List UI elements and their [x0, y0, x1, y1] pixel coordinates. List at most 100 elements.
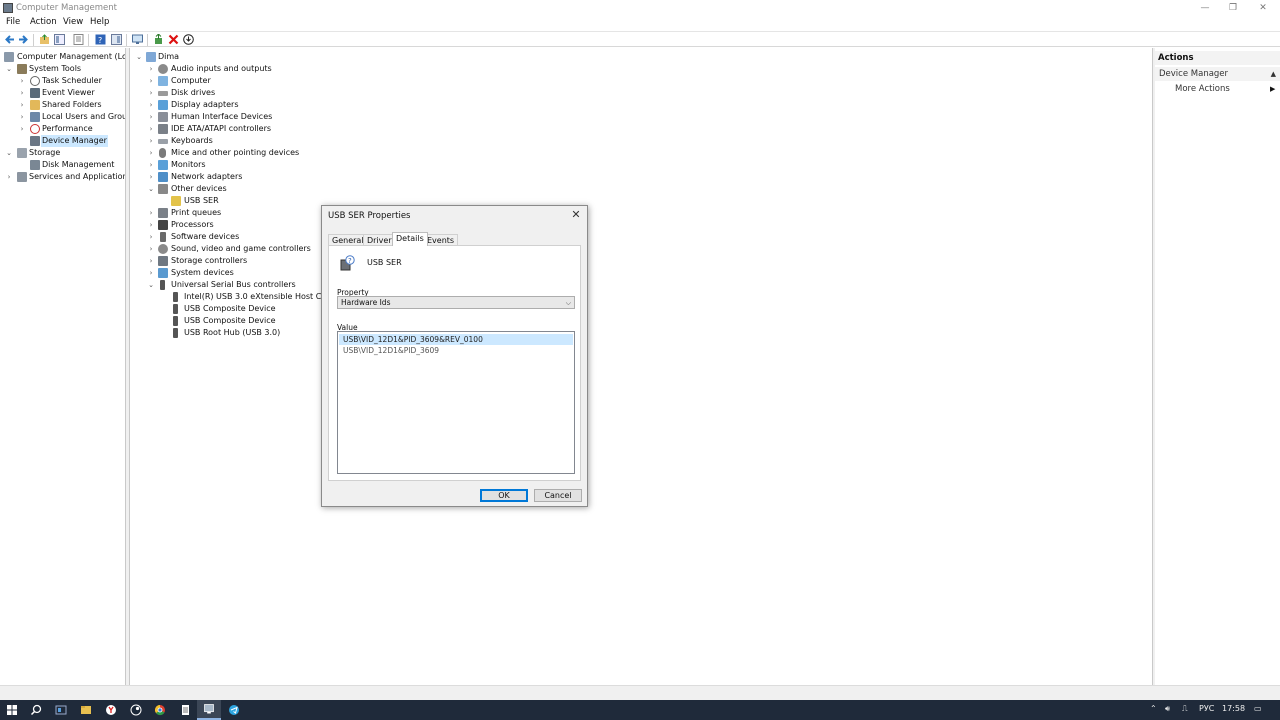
disk-icon — [30, 160, 40, 170]
close-button[interactable]: ✕ — [1248, 0, 1278, 16]
collapsed-chevron-icon[interactable]: › — [147, 243, 155, 255]
menu-view[interactable]: View — [63, 17, 83, 27]
chevron-down-icon: ⌵ — [565, 299, 571, 307]
expanded-chevron-icon[interactable]: ⌄ — [147, 279, 155, 291]
expanded-chevron-icon[interactable]: ⌄ — [5, 63, 13, 75]
disable-device-icon[interactable] — [183, 34, 194, 45]
hid-icon — [158, 112, 168, 122]
clock[interactable]: 17:58 — [1222, 704, 1245, 713]
details-tab-page: ? USB SER Property Hardware Ids ⌵ Value … — [328, 245, 581, 481]
speaker-icon[interactable]: 🔊︎ — [1165, 704, 1170, 714]
sound-icon — [158, 244, 168, 254]
collapsed-chevron-icon[interactable]: › — [5, 171, 13, 183]
collapsed-chevron-icon[interactable]: › — [147, 231, 155, 243]
collapsed-chevron-icon[interactable]: › — [147, 111, 155, 123]
processor-icon — [158, 220, 168, 230]
window-title: Computer Management — [16, 3, 117, 13]
collapsed-chevron-icon[interactable]: › — [147, 135, 155, 147]
view-pane-icon[interactable] — [111, 34, 122, 45]
language-indicator[interactable]: РУС — [1199, 704, 1214, 713]
help-icon[interactable]: ? — [95, 34, 106, 45]
start-windows-icon[interactable] — [0, 700, 24, 720]
telegram-icon[interactable] — [222, 700, 246, 720]
update-driver-icon[interactable] — [153, 34, 164, 45]
services-icon — [17, 172, 27, 182]
usb-icon — [173, 304, 178, 314]
property-dropdown[interactable]: Hardware Ids ⌵ — [337, 296, 575, 309]
tab-details[interactable]: Details — [392, 232, 428, 246]
menu-action[interactable]: Action — [30, 17, 57, 27]
scan-monitor-icon[interactable] — [132, 34, 143, 45]
dialog-close-button[interactable]: ✕ — [569, 208, 583, 222]
expanded-chevron-icon[interactable]: ⌄ — [147, 183, 155, 195]
toolbar: ? — [0, 31, 1280, 47]
uninstall-icon[interactable] — [168, 34, 179, 45]
value-listbox[interactable]: USB\VID_12D1&PID_3609&REV_0100 USB\VID_1… — [337, 331, 575, 474]
ok-button[interactable]: OK — [480, 489, 528, 502]
collapsed-chevron-icon[interactable]: › — [147, 75, 155, 87]
collapsed-chevron-icon[interactable]: › — [147, 123, 155, 135]
notepad-icon[interactable] — [173, 700, 197, 720]
collapsed-chevron-icon[interactable]: › — [147, 99, 155, 111]
software-device-icon — [160, 232, 166, 242]
svg-text:?: ? — [348, 257, 352, 265]
actions-section-device-manager[interactable]: Device Manager ▲ — [1155, 67, 1280, 81]
device-manager-icon — [30, 136, 40, 146]
collapsed-chevron-icon[interactable]: › — [147, 147, 155, 159]
network-icon[interactable]: ⎍ — [1182, 704, 1188, 714]
collapsed-chevron-icon[interactable]: › — [147, 207, 155, 219]
collapsed-chevron-icon[interactable]: › — [147, 87, 155, 99]
menu-help[interactable]: Help — [90, 17, 109, 27]
svg-text:?: ? — [98, 36, 102, 45]
more-actions-link[interactable]: More Actions — [1175, 84, 1230, 94]
collapsed-chevron-icon[interactable]: › — [147, 171, 155, 183]
yandex-browser-icon[interactable] — [99, 700, 123, 720]
minimize-button[interactable]: — — [1190, 0, 1220, 16]
warning-device-icon — [171, 196, 181, 206]
collapsed-chevron-icon[interactable]: › — [18, 111, 26, 123]
shared-folder-icon — [30, 100, 40, 110]
collapsed-chevron-icon[interactable]: › — [18, 87, 26, 99]
tray-overflow-icon[interactable]: ⌃ — [1150, 704, 1157, 713]
list-item[interactable]: USB\VID_12D1&PID_3609&REV_0100 — [339, 334, 573, 345]
chrome-icon[interactable] — [148, 700, 172, 720]
menu-file[interactable]: File — [6, 17, 20, 27]
expanded-chevron-icon[interactable]: ⌄ — [5, 147, 13, 159]
file-explorer-icon[interactable] — [74, 700, 98, 720]
steam-icon[interactable] — [124, 700, 148, 720]
show-hide-tree-icon[interactable] — [54, 34, 65, 45]
expanded-chevron-icon[interactable]: ⌄ — [135, 51, 143, 63]
search-icon[interactable] — [24, 700, 48, 720]
up-folder-icon[interactable] — [39, 34, 50, 45]
collapsed-chevron-icon[interactable]: › — [147, 255, 155, 267]
actions-header: Actions — [1155, 51, 1280, 65]
disk-drive-icon — [158, 91, 168, 96]
collapsed-chevron-icon[interactable]: › — [18, 75, 26, 87]
usb-icon — [173, 316, 178, 326]
task-view-icon[interactable] — [49, 700, 73, 720]
usb-ser-properties-dialog: USB SER Properties ✕ General Driver Deta… — [321, 205, 588, 507]
taskbar: ⌃ 🔊︎ ⎍ РУС 17:58 ▭ — [0, 700, 1280, 720]
restore-button[interactable]: ❐ — [1218, 0, 1248, 16]
collapse-up-icon[interactable]: ▲ — [1271, 67, 1276, 81]
network-adapter-icon — [158, 172, 168, 182]
device-tree: ⌄ Dima › Audio inputs and outputs › Comput… — [130, 48, 1153, 685]
back-arrow-icon[interactable] — [4, 34, 15, 45]
storage-icon — [17, 148, 27, 158]
collapsed-chevron-icon[interactable]: › — [18, 123, 26, 135]
forward-arrow-icon[interactable] — [18, 34, 29, 45]
collapsed-chevron-icon[interactable]: › — [147, 219, 155, 231]
submenu-arrow-icon[interactable]: ▶ — [1270, 85, 1275, 93]
properties-sheet-icon[interactable] — [73, 34, 84, 45]
console-tree: Computer Management (Local ⌄ System Tool… — [0, 48, 126, 685]
collapsed-chevron-icon[interactable]: › — [147, 159, 155, 171]
collapsed-chevron-icon[interactable]: › — [147, 63, 155, 75]
keyboard-icon — [158, 139, 168, 144]
collapsed-chevron-icon[interactable]: › — [18, 99, 26, 111]
event-log-icon — [30, 88, 40, 98]
collapsed-chevron-icon[interactable]: › — [147, 267, 155, 279]
cancel-button[interactable]: Cancel — [534, 489, 582, 502]
notifications-icon[interactable]: ▭ — [1254, 704, 1262, 713]
list-item[interactable]: USB\VID_12D1&PID_3609 — [339, 345, 573, 356]
computer-management-taskbar-icon[interactable] — [197, 700, 221, 720]
